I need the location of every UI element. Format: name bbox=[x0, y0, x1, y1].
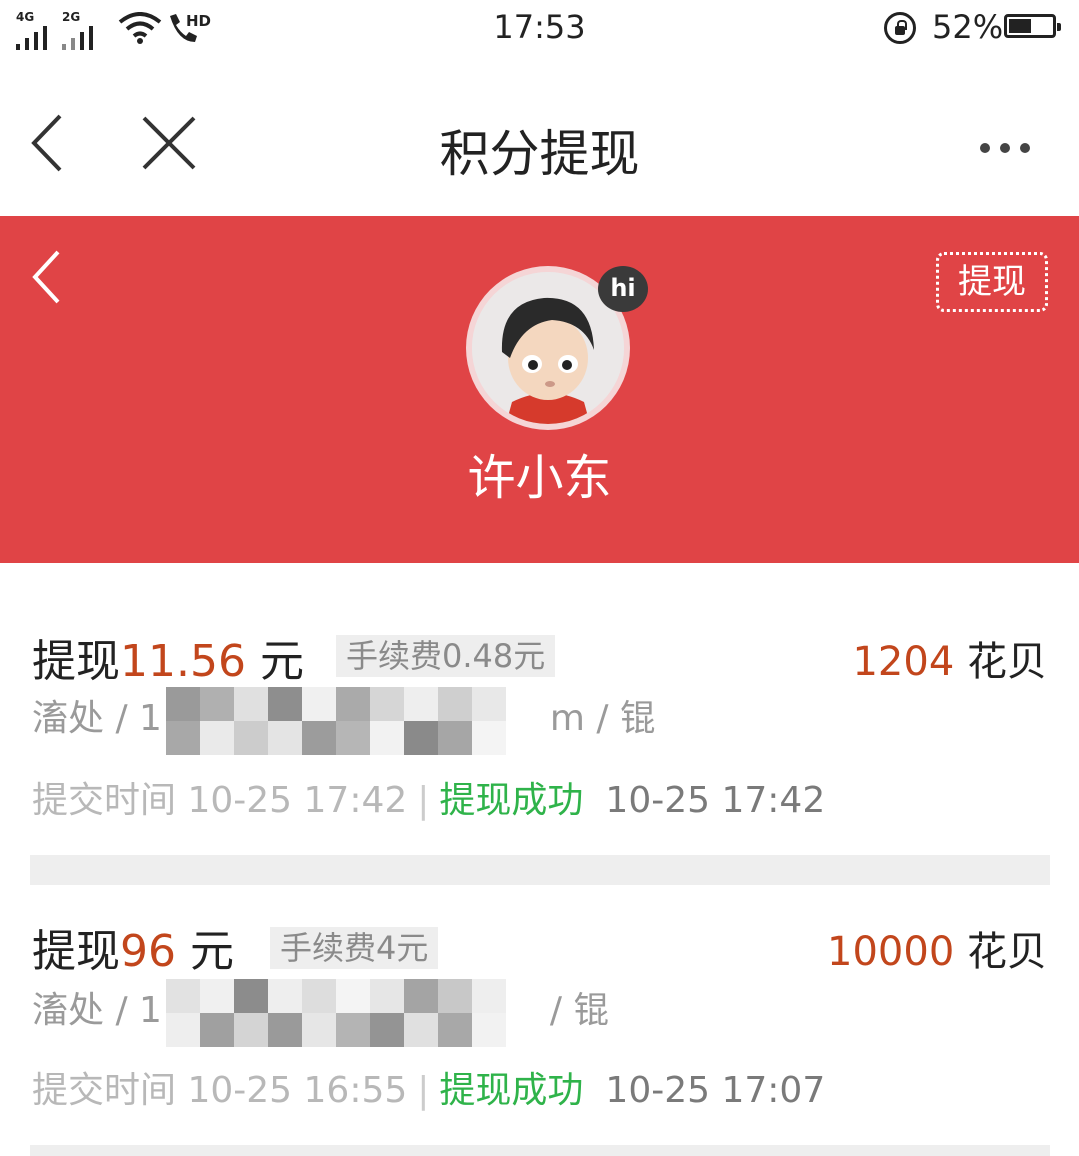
submitted-time: 10-25 17:42 bbox=[187, 780, 408, 821]
points-value: 1204 bbox=[852, 639, 955, 685]
username: 许小东 bbox=[467, 450, 612, 506]
hi-badge: hi bbox=[598, 266, 648, 312]
amount-value: 96 bbox=[120, 926, 176, 977]
clock: 17:53 bbox=[493, 8, 586, 46]
amount-prefix: 提现 bbox=[32, 636, 120, 687]
points: 1204 花贝 bbox=[852, 629, 1047, 687]
points: 10000 花贝 bbox=[827, 919, 1047, 977]
profile-header: 提现 hi 许小东 bbox=[0, 216, 1079, 563]
list-item[interactable]: 提现11.56 元 手续费0.48元 1204 花贝 滀处 / 1 m / 锟 … bbox=[0, 563, 1079, 855]
nav-bar: 积分提现 bbox=[0, 60, 1079, 216]
amount-unit: 元 bbox=[245, 636, 304, 687]
points-unit: 花贝 bbox=[954, 929, 1047, 975]
submitted-label: 提交时间 bbox=[32, 1070, 177, 1111]
account-suffix: m / 锟 bbox=[549, 698, 657, 739]
account-info: 滀处 / 1 m / 锟 bbox=[32, 685, 656, 755]
mosaic-redaction bbox=[165, 977, 546, 1047]
account-suffix: / 锟 bbox=[549, 990, 610, 1031]
header-back-icon[interactable] bbox=[30, 248, 64, 306]
status-bar: 4G 2G HD 17:53 52% bbox=[0, 0, 1079, 60]
mosaic-redaction bbox=[165, 685, 546, 755]
battery-fill bbox=[1009, 19, 1031, 33]
rotation-lock-icon bbox=[884, 12, 916, 44]
submitted-time: 10-25 16:55 bbox=[187, 1070, 408, 1111]
withdraw-button[interactable]: 提现 bbox=[936, 252, 1048, 312]
divider bbox=[30, 1145, 1050, 1156]
amount-value: 11.56 bbox=[120, 636, 246, 687]
points-value: 10000 bbox=[827, 929, 955, 975]
divider bbox=[30, 855, 1050, 885]
withdraw-amount: 提现96 元 bbox=[32, 915, 234, 979]
list-item[interactable]: 提现96 元 手续费4元 10000 花贝 滀处 / 1 / 锟 提交时间 10… bbox=[0, 885, 1079, 1145]
withdraw-amount: 提现11.56 元 bbox=[32, 625, 304, 689]
submitted-label: 提交时间 bbox=[32, 780, 177, 821]
status-time: 10-25 17:07 bbox=[605, 1070, 826, 1111]
status-text: 提现成功 bbox=[439, 1070, 584, 1111]
amount-prefix: 提现 bbox=[32, 926, 120, 977]
amount-unit: 元 bbox=[176, 926, 234, 977]
account-prefix: 滀处 / 1 bbox=[32, 698, 162, 739]
status-text: 提现成功 bbox=[439, 780, 584, 821]
battery-icon bbox=[1004, 14, 1061, 38]
page-title: 积分提现 bbox=[439, 125, 640, 183]
record-meta: 提交时间 10-25 16:55 | 提现成功 10-25 17:07 bbox=[32, 1070, 826, 1111]
battery-percent: 52% bbox=[932, 8, 1004, 46]
more-icon[interactable] bbox=[980, 138, 1040, 157]
fee-badge: 手续费0.48元 bbox=[336, 635, 556, 677]
status-time: 10-25 17:42 bbox=[605, 780, 826, 821]
account-prefix: 滀处 / 1 bbox=[32, 990, 162, 1031]
points-unit: 花贝 bbox=[954, 639, 1047, 685]
account-info: 滀处 / 1 / 锟 bbox=[32, 977, 610, 1047]
record-meta: 提交时间 10-25 17:42 | 提现成功 10-25 17:42 bbox=[32, 780, 826, 821]
fee-badge: 手续费4元 bbox=[270, 927, 439, 969]
